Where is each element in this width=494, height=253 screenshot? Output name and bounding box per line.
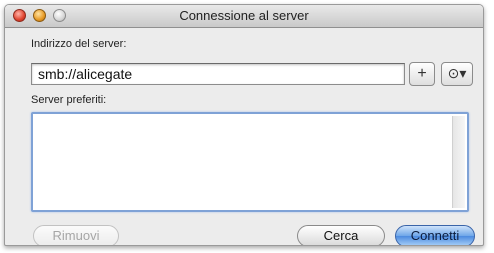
favorite-servers-list[interactable] — [31, 112, 469, 212]
search-button[interactable]: Cerca — [297, 225, 385, 245]
add-favorite-button[interactable]: + — [409, 62, 435, 86]
connect-to-server-window: Connessione al server Indirizzo del serv… — [4, 4, 484, 246]
window-title: Connessione al server — [179, 8, 309, 23]
recent-servers-icon: ⊙▾ — [447, 65, 467, 81]
connect-button[interactable]: Connetti — [395, 225, 475, 245]
title-bar: Connessione al server — [5, 5, 483, 28]
favorite-servers-scrollbar[interactable] — [452, 116, 465, 208]
recent-servers-button[interactable]: ⊙▾ — [441, 62, 473, 86]
server-address-label: Indirizzo del server: — [31, 38, 127, 50]
favorite-servers-label: Server preferiti: — [31, 94, 107, 106]
remove-button[interactable]: Rimuovi — [33, 225, 119, 245]
server-address-input[interactable] — [31, 63, 405, 85]
